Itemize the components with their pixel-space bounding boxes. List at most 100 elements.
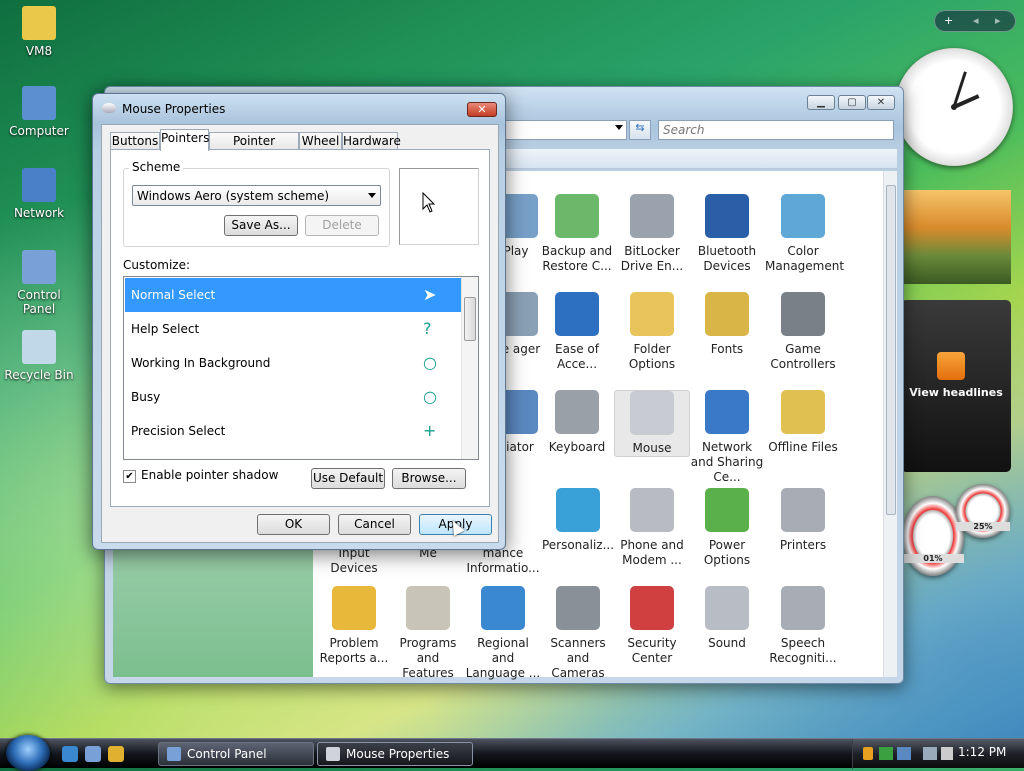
shield-icon[interactable] — [863, 747, 873, 760]
previous-icon[interactable]: ◂ — [973, 11, 979, 31]
network-icon[interactable] — [923, 747, 937, 760]
chevron-down-icon[interactable] — [615, 125, 623, 130]
use-default-button[interactable]: Use Default — [311, 468, 385, 489]
pointer-row[interactable]: Help Select? — [125, 312, 461, 346]
volume-icon[interactable] — [941, 747, 953, 760]
maximize-button[interactable]: ▢ — [838, 95, 866, 110]
media-player-icon[interactable] — [108, 746, 124, 762]
control-panel-item[interactable]: Programs and Features — [390, 586, 466, 681]
control-panel-item[interactable]: mance Informatio... — [465, 546, 541, 576]
desktop-icon-label: Network — [13, 206, 65, 220]
offline-files-icon — [781, 390, 825, 434]
control-panel-item[interactable]: Network and Sharing Ce... — [689, 390, 765, 485]
ok-button[interactable]: OK — [257, 514, 330, 535]
control-panel-item[interactable]: Keyboard — [539, 390, 615, 455]
save-as-button[interactable]: Save As... — [224, 215, 298, 236]
color-management-icon — [781, 194, 825, 238]
control-panel-item[interactable]: Bluetooth Devices — [689, 194, 765, 274]
control-panel-item[interactable]: Folder Options — [614, 292, 690, 372]
close-button[interactable]: ✕ — [467, 102, 497, 117]
scheme-label: Scheme — [129, 160, 184, 174]
control-panel-item[interactable]: Power Options — [689, 488, 765, 568]
control-panel-item-label: Speech Recogniti... — [769, 636, 837, 665]
control-panel-item[interactable]: Ease of Acce... — [539, 292, 615, 372]
security-icon[interactable] — [879, 747, 893, 760]
internet-explorer-icon[interactable] — [62, 746, 78, 762]
desktop-icon[interactable]: Network — [1, 168, 77, 220]
control-panel-item-label: Fonts — [710, 342, 744, 356]
browse-button[interactable]: Browse... — [392, 468, 466, 489]
feed-gadget[interactable]: View headlines — [901, 300, 1011, 472]
pointer-row[interactable]: Busy ○ — [125, 380, 461, 414]
taskbar-button[interactable]: Mouse Properties — [317, 742, 473, 766]
refresh-icon[interactable]: ⇆ — [629, 120, 651, 140]
start-button[interactable] — [6, 735, 50, 771]
desktop-icon[interactable]: Recycle Bin — [1, 330, 77, 382]
cancel-button[interactable]: Cancel — [338, 514, 411, 535]
control-panel-item[interactable]: Scanners and Cameras — [540, 586, 616, 681]
control-panel-item[interactable]: Problem Reports a... — [316, 586, 392, 666]
mouse-icon — [326, 747, 340, 761]
pointer-row[interactable]: Precision Select + — [125, 414, 461, 448]
delete-button[interactable]: Delete — [305, 215, 379, 236]
control-panel-item-label: Personaliz... — [541, 538, 615, 552]
tab-pointer-options[interactable]: Pointer Options — [209, 132, 299, 165]
shadow-checkbox[interactable]: ✔ — [123, 470, 136, 483]
tab-wheel[interactable]: Wheel — [299, 132, 342, 150]
mouse-icon — [630, 391, 674, 435]
desktop-icon[interactable]: Computer — [1, 86, 77, 138]
control-panel-item[interactable]: Sound — [689, 586, 765, 651]
phone-and-modem-icon — [630, 488, 674, 532]
taskbar-button[interactable]: Control Panel — [158, 742, 314, 766]
control-panel-item[interactable]: Mouse — [614, 390, 690, 457]
vertical-scrollbar[interactable] — [883, 171, 897, 677]
sidebar-controls[interactable]: + ◂ ▸ — [934, 10, 1016, 32]
taskbar-button-label: Mouse Properties — [346, 747, 450, 761]
feed-label: View headlines — [909, 386, 1003, 399]
control-panel-item[interactable]: Backup and Restore C... — [539, 194, 615, 274]
dialog-title: Mouse Properties — [122, 102, 226, 116]
keyboard-icon — [555, 390, 599, 434]
control-panel-item-label: BitLocker Drive En... — [620, 244, 684, 273]
control-panel-item[interactable]: Speech Recogniti... — [765, 586, 841, 666]
list-scrollbar[interactable] — [461, 277, 478, 459]
control-panel-item[interactable]: Input Devices — [316, 546, 392, 576]
tab-buttons[interactable]: Buttons — [110, 132, 160, 150]
address-bar[interactable] — [505, 120, 627, 140]
add-gadget-icon[interactable]: + — [944, 11, 953, 31]
control-panel-item-label: Security Center — [627, 636, 677, 665]
tab-pointers[interactable]: Pointers — [160, 129, 209, 151]
pointer-list[interactable]: Precision Select + Busy ○ Working In Backgro… — [123, 276, 479, 460]
search-input[interactable]: Search — [658, 120, 894, 140]
mouse-icon — [102, 103, 116, 113]
tab-hardware[interactable]: Hardware — [342, 132, 401, 150]
scheme-value: Windows Aero (system scheme) — [137, 189, 330, 203]
desktop-icon[interactable]: Control Panel — [1, 250, 77, 316]
taskbar-clock[interactable]: 1:12 PM — [958, 745, 1006, 759]
control-panel-item[interactable]: Game Controllers — [765, 292, 841, 372]
taskbar: Control Panel Mouse Properties — [0, 735, 1024, 771]
pointer-row[interactable]: Working In Background ○ — [125, 346, 461, 380]
scroll-thumb[interactable] — [464, 297, 476, 341]
display-icon[interactable] — [897, 747, 911, 760]
pointer-row[interactable]: Normal Select ➤ — [125, 278, 461, 312]
control-panel-item-label: Regional and Language ... — [465, 636, 541, 680]
control-panel-item[interactable]: Fonts — [689, 292, 765, 357]
pointer-name: Busy — [131, 390, 161, 404]
control-panel-item[interactable]: Offline Files — [765, 390, 841, 455]
desktop-icon[interactable]: VM8 — [1, 6, 77, 58]
next-icon[interactable]: ▸ — [995, 11, 1001, 31]
control-panel-item[interactable]: Personaliz... — [540, 488, 616, 553]
scroll-thumb[interactable] — [886, 185, 896, 515]
control-panel-item[interactable]: Printers — [765, 488, 841, 553]
control-panel-item[interactable]: Regional and Language ... — [465, 586, 541, 681]
control-panel-item[interactable]: BitLocker Drive En... — [614, 194, 690, 274]
minimize-button[interactable]: ▁ — [807, 95, 835, 110]
control-panel-item[interactable]: Phone and Modem ... — [614, 488, 690, 568]
mouse-properties-dialog[interactable]: Mouse Properties ✕ Buttons Pointers Pointe… — [92, 93, 506, 550]
show-desktop-icon[interactable] — [85, 746, 101, 762]
close-button[interactable]: ✕ — [867, 95, 895, 110]
control-panel-item[interactable]: Color Management — [765, 194, 844, 274]
control-panel-item[interactable]: Security Center — [614, 586, 690, 666]
scheme-select[interactable]: Windows Aero (system scheme) — [132, 185, 381, 206]
